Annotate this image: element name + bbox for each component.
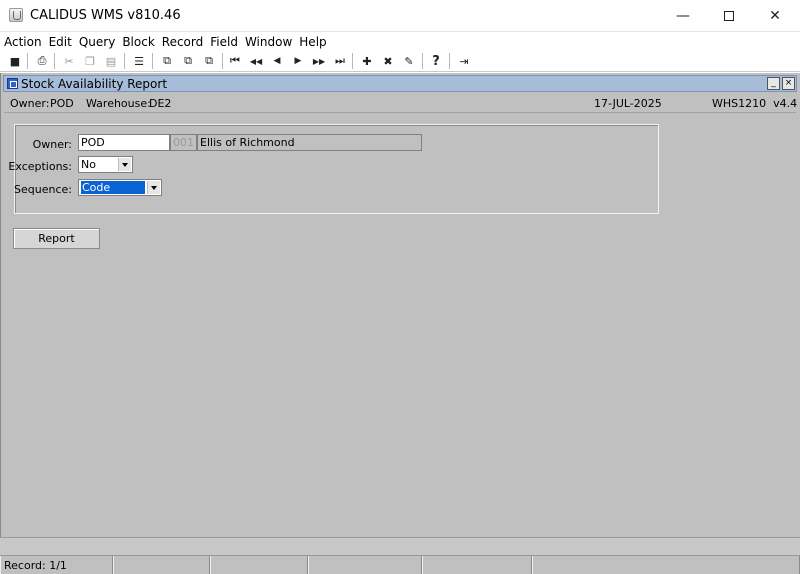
form-icon [7,78,18,89]
insert-record-icon[interactable]: ✚ [359,53,375,69]
cut-icon[interactable]: ✂ [61,53,77,69]
exit-icon[interactable]: ⇥ [456,53,472,69]
report-frame-title: Stock Availability Report [21,77,168,91]
chevron-down-icon[interactable] [147,181,160,194]
menu-block[interactable]: Block [122,35,154,49]
menu-record[interactable]: Record [162,35,203,49]
status-cell [308,556,422,574]
toolbar: ■ ⎙ ✂ ❐ ▤ ☰ ⧉ ⧉ ⧉ ⏮ ◀◀ ◀ ▶ ▶▶ ⏭ ✚ ✖ ✎ ? … [0,51,800,72]
exceptions-label: Exceptions: [8,160,72,173]
info-warehouse-label: Warehouse: [86,97,151,110]
menubar: Action Edit Query Block Record Field Win… [0,33,800,51]
help-icon[interactable]: ? [428,53,444,69]
status-bar: Record: 1/1 [0,556,800,574]
toolbar-separator [27,53,28,69]
menu-field[interactable]: Field [210,35,238,49]
copy-icon[interactable]: ❐ [82,53,98,69]
menu-query[interactable]: Query [79,35,115,49]
toolbar-separator [152,53,153,69]
close-icon: ✕ [769,7,781,24]
frame-minimize-button[interactable]: _ [767,77,780,90]
status-cell [532,556,800,574]
toolbar-separator [352,53,353,69]
hint-bar [0,537,800,556]
list-icon[interactable]: ☰ [131,53,147,69]
minimize-icon: — [676,7,690,24]
print-icon[interactable]: ⎙ [34,53,50,69]
owner-name-field: Ellis of Richmond [197,134,422,151]
paste-icon[interactable]: ▤ [103,53,119,69]
first-record-icon[interactable]: ⏮ [227,53,243,69]
execute-query-icon[interactable]: ⧉ [180,53,196,69]
owner-label: Owner: [32,138,72,151]
report-frame-titlebar: Stock Availability Report _ × [3,75,797,92]
info-warehouse-value: DE2 [149,97,172,110]
window-titlebar: CALIDUS WMS v810.46 — ✕ [0,0,800,32]
enter-query-icon[interactable]: ⧉ [159,53,175,69]
chevron-down-icon[interactable] [118,158,131,171]
status-cell [422,556,532,574]
toolbar-separator [124,53,125,69]
menu-action[interactable]: Action [4,35,42,49]
sequence-value: Code [81,181,145,194]
cancel-query-icon[interactable]: ⧉ [201,53,217,69]
delete-record-icon[interactable]: ✖ [380,53,396,69]
toolbar-separator [449,53,450,69]
sequence-select[interactable]: Code [78,179,162,196]
next-record-icon[interactable]: ▶ [290,53,306,69]
status-cell [113,556,210,574]
clear-icon[interactable]: ✎ [401,53,417,69]
toolbar-separator [222,53,223,69]
exceptions-select[interactable]: No [78,156,133,173]
close-button[interactable]: ✕ [752,0,798,31]
window-title: CALIDUS WMS v810.46 [30,8,181,23]
menu-help[interactable]: Help [299,35,326,49]
owner-input[interactable]: POD [78,134,170,151]
info-owner-label: Owner: [10,97,50,110]
status-cell [210,556,308,574]
menu-window[interactable]: Window [245,35,292,49]
previous-block-icon[interactable]: ◀◀ [248,53,264,69]
previous-record-icon[interactable]: ◀ [269,53,285,69]
toolbar-separator [422,53,423,69]
frame-close-button[interactable]: × [782,77,795,90]
info-date: 17-JUL-2025 [594,97,662,110]
maximize-icon [724,10,734,21]
toolbar-separator [54,53,55,69]
info-program-version: WHS1210 v4.4 [712,97,798,110]
context-infobar: Owner: POD Warehouse: DE2 17-JUL-2025 WH… [4,93,798,113]
maximize-button[interactable] [706,0,752,31]
minimize-button[interactable]: — [660,0,706,31]
menu-edit[interactable]: Edit [49,35,72,49]
report-button[interactable]: Report [13,228,100,249]
sequence-label: Sequence: [14,183,72,196]
owner-code-field: 001 [170,134,197,151]
record-status: Record: 1/1 [0,556,113,574]
last-record-icon[interactable]: ⏭ [332,53,348,69]
app-icon [9,8,23,22]
save-icon[interactable]: ■ [7,53,23,69]
info-owner-value: POD [50,97,74,110]
next-block-icon[interactable]: ▶▶ [311,53,327,69]
